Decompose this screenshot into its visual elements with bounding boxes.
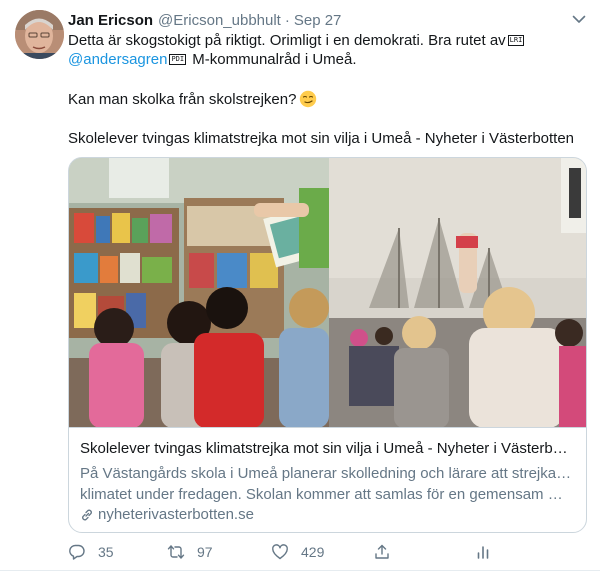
like-count: 429	[301, 544, 325, 560]
link-icon	[82, 509, 92, 521]
reply-button[interactable]: 35	[68, 540, 114, 564]
retweet-count: 97	[197, 544, 213, 560]
tweet-text-line4: Skolelever tvingas klimatstrejka mot sin…	[68, 130, 575, 147]
mention-link[interactable]: @andersagren	[68, 51, 167, 68]
smirk-emoji-icon	[300, 90, 317, 108]
card-title[interactable]: Skolelever tvingas klimatstrejka mot sin…	[80, 439, 575, 459]
tweet-text-rest: M-kommunalråd i Umeå.	[188, 51, 357, 68]
reply-icon	[69, 544, 85, 560]
tweet-header: Jan Ericson @Ericson_ubbhult · Sep 27	[68, 10, 341, 30]
like-icon	[272, 544, 288, 560]
party-tag-lri: LRI	[507, 35, 525, 46]
card-description-line1: På Västangårds skola i Umeå planerar sko…	[80, 465, 575, 482]
author-handle[interactable]: @Ericson_ubbhult	[158, 12, 281, 29]
tweet-actions: 35 97 429	[68, 540, 498, 564]
tweet-timestamp[interactable]: Sep 27	[294, 12, 342, 29]
caret-down-icon[interactable]	[570, 10, 588, 28]
retweet-icon	[167, 545, 185, 559]
card-domain-text: nyheterivasterbotten.se	[98, 506, 254, 523]
tweet-question: Kan man skolka från skolstrejken?	[68, 91, 297, 108]
card-domain[interactable]: nyheterivasterbotten.se	[80, 505, 254, 525]
retweet-button[interactable]: 97	[167, 540, 213, 564]
card-description-line2: klimatet under fredagen. Skolan kommer a…	[80, 486, 575, 503]
tweet-text-start: Detta är skogstokigt på riktigt. Orimlig…	[68, 32, 506, 49]
reply-count: 35	[98, 544, 114, 560]
share-icon	[375, 544, 389, 559]
tweet-text-line1: Detta är skogstokigt på riktigt. Orimlig…	[68, 31, 588, 51]
analytics-button[interactable]	[474, 540, 492, 564]
tweet[interactable]: Jan Ericson @Ericson_ubbhult · Sep 27 De…	[0, 0, 600, 571]
card-image[interactable]	[69, 158, 586, 428]
separator-dot: ·	[284, 11, 290, 29]
avatar[interactable]	[15, 10, 64, 59]
like-button[interactable]: 429	[271, 540, 324, 564]
tweet-text-line2: @andersagren PDI M-kommunalråd i Umeå.	[68, 50, 588, 70]
analytics-icon	[477, 546, 489, 559]
tweet-text-line3: Kan man skolka från skolstrejken?	[68, 90, 588, 110]
share-button[interactable]	[373, 540, 391, 564]
link-preview-card[interactable]: Skolelever tvingas klimatstrejka mot sin…	[68, 157, 587, 533]
party-tag-pdi: PDI	[169, 54, 187, 65]
author-name[interactable]: Jan Ericson	[68, 12, 153, 29]
